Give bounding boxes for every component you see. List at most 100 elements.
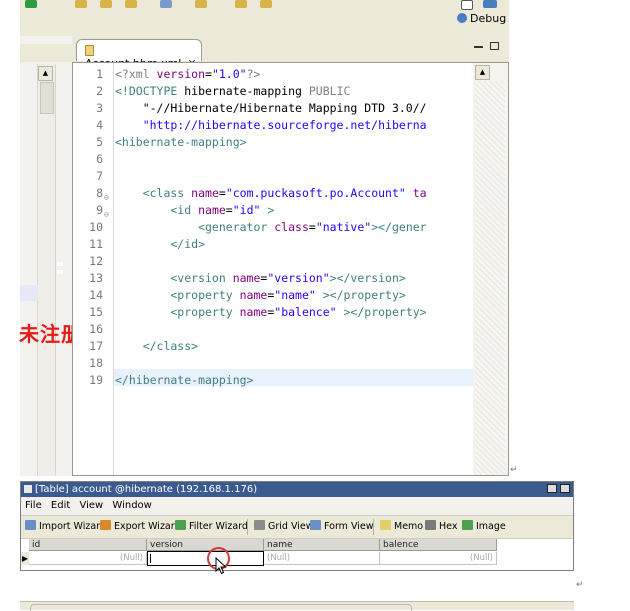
menu-view[interactable]: View (79, 500, 103, 511)
table-icon (24, 485, 32, 493)
line-number: 5 (96, 135, 103, 149)
line-number: 15 (89, 305, 103, 319)
code-line[interactable]: 2 <!DOCTYPE hibernate-mapping PUBLIC (73, 83, 508, 100)
code-line[interactable]: 15 <property name="balence" ></property> (73, 304, 508, 321)
column-header-version[interactable]: version (147, 539, 264, 551)
editor-scroll-track[interactable] (475, 81, 505, 475)
line-number: 7 (96, 169, 103, 183)
minimize-icon[interactable] (547, 484, 557, 493)
image-icon (462, 520, 473, 530)
mouse-cursor-icon (215, 557, 227, 575)
export-wizard-button[interactable]: Export Wizard (100, 520, 181, 534)
open-icon[interactable] (125, 0, 137, 8)
code-line[interactable]: 1 <?xml version="1.0"?> (73, 66, 508, 83)
back-arrow-icon[interactable] (235, 0, 247, 8)
grid-view-button[interactable]: Grid View (254, 520, 314, 534)
new-folder-icon[interactable] (75, 0, 87, 8)
code-text: <property name="balence" ></property> (115, 305, 427, 319)
code-text: <!DOCTYPE hibernate-mapping PUBLIC (115, 84, 351, 98)
debug-label: Debug (470, 12, 507, 25)
cell-id[interactable]: (Null) (29, 552, 147, 565)
memo-button[interactable]: Memo (380, 520, 423, 534)
code-text: </hibernate-mapping> (115, 373, 254, 387)
export-icon (100, 520, 111, 530)
code-text: <hibernate-mapping> (115, 135, 247, 149)
table-menu-bar: File Edit View Window (21, 497, 573, 515)
editor-scrollbar[interactable]: ▲ (473, 63, 508, 475)
code-line[interactable]: 5 <hibernate-mapping> (73, 134, 508, 151)
code-line[interactable]: 11 </id> (73, 236, 508, 253)
java-perspective-icon[interactable] (483, 0, 497, 8)
code-line[interactable]: 17 </class> (73, 338, 508, 355)
code-line[interactable]: 16 (73, 321, 508, 338)
import-wizard-button[interactable]: Import Wizard (25, 520, 106, 534)
copy-icon[interactable] (160, 0, 172, 8)
code-line[interactable]: 14 <property name="name" ></property> (73, 287, 508, 304)
table-window: [Table] account @hibernate (192.168.1.17… (20, 481, 574, 571)
code-text: <class name="com.puckasoft.po.Account" t… (115, 186, 427, 200)
debug-perspective[interactable]: Debug (457, 12, 509, 30)
edit-icon[interactable] (100, 0, 112, 8)
paragraph-mark: ↵ (510, 465, 518, 475)
line-number: 18 (89, 356, 103, 370)
filter-wizard-button[interactable]: Filter Wizard (175, 520, 248, 534)
line-number: 11 (89, 237, 103, 251)
code-line[interactable]: 12 (73, 253, 508, 270)
form-icon (310, 520, 321, 530)
menu-file[interactable]: File (25, 500, 42, 511)
line-number: 12 (89, 254, 103, 268)
code-line[interactable]: 3 "-//Hibernate/Hibernate Mapping DTD 3.… (73, 100, 508, 117)
code-text: "-//Hibernate/Hibernate Mapping DTD 3.0/… (115, 101, 427, 115)
column-header-id[interactable]: id (29, 539, 147, 551)
code-line[interactable]: 8 ⊖ <class name="com.puckasoft.po.Account… (73, 185, 508, 202)
code-editor[interactable]: 1 <?xml version="1.0"?> 2 <!DOCTYPE hiberna… (72, 62, 509, 476)
code-text: <generator class="native"></gener (115, 220, 427, 234)
hex-button[interactable]: Hex (425, 520, 457, 534)
form-view-button[interactable]: Form View (310, 520, 374, 534)
image-button[interactable]: Image (462, 520, 506, 534)
left-panel-marker (57, 270, 63, 274)
debug-icon (457, 13, 467, 23)
cell-name[interactable]: (Null) (264, 552, 380, 565)
cell-version-editing[interactable] (147, 551, 264, 566)
menu-window[interactable]: Window (112, 500, 151, 511)
run-icon[interactable] (25, 0, 37, 8)
bottom-tabs[interactable] (30, 604, 412, 611)
lightbulb-icon[interactable] (195, 0, 207, 8)
table-toolbar: Import Wizard Export Wizard Filter Wizar… (21, 515, 573, 539)
menu-edit[interactable]: Edit (51, 500, 70, 511)
code-line[interactable]: 6 (73, 151, 508, 168)
code-text: </id> (115, 237, 206, 251)
tab-account-hbm-xml[interactable]: Account.hbm.xml✕ (76, 39, 202, 70)
forward-arrow-icon[interactable] (260, 0, 272, 8)
left-scroll-thumb[interactable] (40, 82, 54, 114)
left-scroll-up-button[interactable]: ▲ (38, 66, 53, 81)
code-line[interactable]: 18 (73, 355, 508, 372)
maximize-icon[interactable] (560, 484, 570, 493)
open-perspective-icon[interactable] (461, 0, 473, 10)
line-number: 19 (89, 373, 103, 387)
code-text: <id name="id" > (115, 203, 275, 217)
line-number: 17 (89, 339, 103, 353)
code-line[interactable]: 10 <generator class="native"></gener (73, 219, 508, 236)
code-line[interactable]: 9 ⊖ <id name="id" > (73, 202, 508, 219)
line-number: 3 (96, 101, 103, 115)
cell-balence[interactable]: (Null) (380, 552, 497, 565)
maximize-icon[interactable] (490, 42, 499, 50)
column-header-balence[interactable]: balence (380, 539, 497, 551)
toolbar-separator (373, 519, 374, 535)
code-line[interactable]: 19 </hibernate-mapping> (73, 372, 508, 389)
line-number: 9 (96, 203, 103, 217)
editor-tab-bar: Account.hbm.xml✕ (72, 36, 509, 70)
code-line[interactable]: 4 "http://hibernate.sourceforge.net/hibe… (73, 117, 508, 134)
line-number: 4 (96, 118, 103, 132)
code-line[interactable]: 7 (73, 168, 508, 185)
code-text: </class> (115, 339, 199, 353)
left-scrollbar[interactable] (37, 64, 56, 476)
editor-scroll-up-button[interactable]: ▲ (475, 65, 490, 80)
code-line[interactable]: 13 <version name="version"></version> (73, 270, 508, 287)
column-header-name[interactable]: name (264, 539, 380, 551)
minimize-icon[interactable] (474, 42, 483, 48)
table-window-title-bar: [Table] account @hibernate (192.168.1.17… (21, 482, 573, 497)
filter-icon (175, 520, 186, 530)
